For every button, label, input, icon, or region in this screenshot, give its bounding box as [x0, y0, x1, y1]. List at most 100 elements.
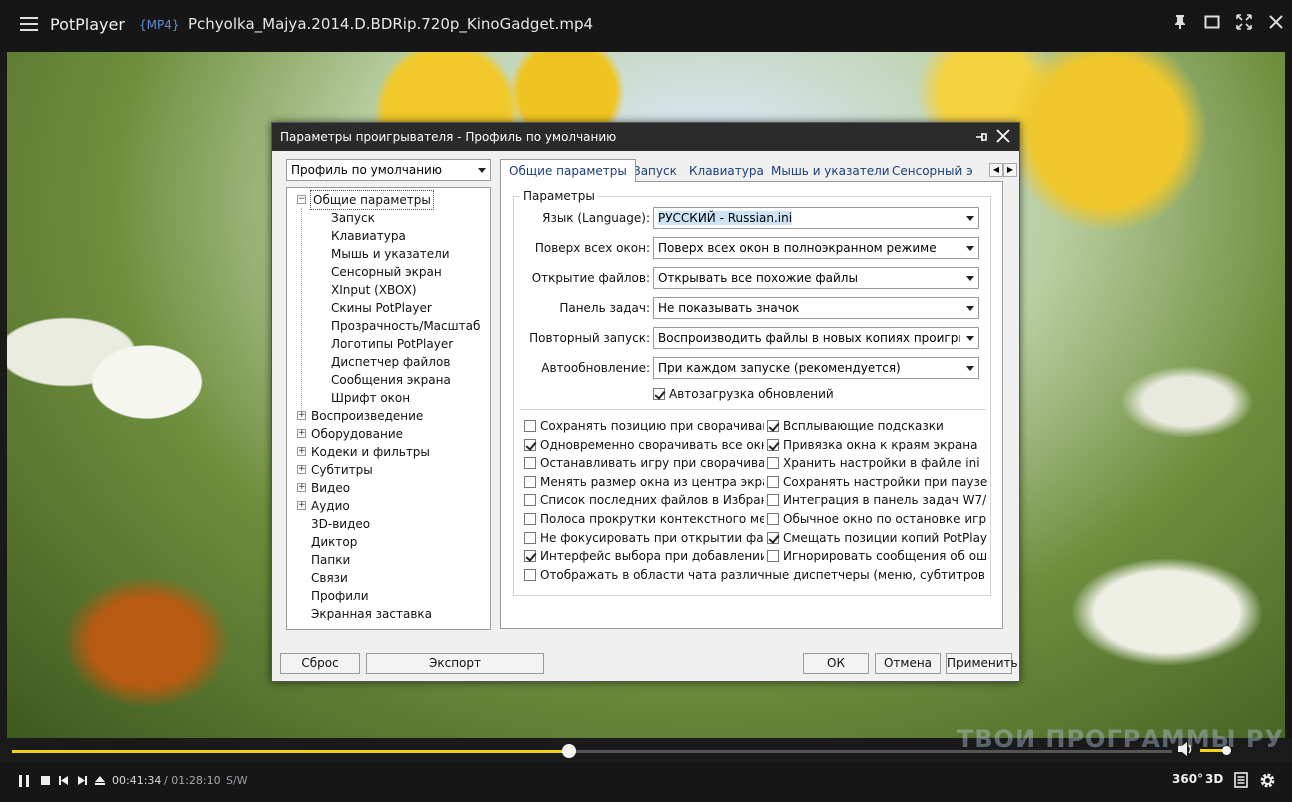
- tree-item[interactable]: Субтитры: [311, 461, 373, 479]
- export-button[interactable]: Экспорт: [366, 653, 544, 674]
- tree-item[interactable]: Связи: [311, 569, 348, 587]
- checkbox-row[interactable]: Сохранять настройки при паузе: [767, 475, 987, 491]
- tree-item[interactable]: Шрифт окон: [331, 389, 410, 407]
- tree-item[interactable]: Логотипы PotPlayer: [331, 335, 453, 353]
- checkbox[interactable]: [767, 438, 779, 451]
- previous-icon[interactable]: [58, 774, 70, 788]
- tab-item[interactable]: Клавиатура: [683, 161, 770, 181]
- tree-expander-icon[interactable]: +: [297, 483, 306, 492]
- checkbox[interactable]: [524, 531, 536, 544]
- seek-knob[interactable]: [561, 744, 576, 758]
- tree-item[interactable]: Диспетчер файлов: [331, 353, 450, 371]
- tree-item[interactable]: Диктор: [311, 533, 357, 551]
- checkbox-row[interactable]: Смещать позиции копий PotPlayer: [767, 531, 987, 547]
- close-icon[interactable]: [1268, 14, 1284, 30]
- eject-icon[interactable]: [94, 774, 106, 788]
- menu-icon[interactable]: [20, 17, 38, 31]
- fullscreen-icon[interactable]: [1236, 14, 1252, 30]
- checkbox-row[interactable]: Отображать в области чата различные дисп…: [524, 568, 984, 584]
- checkbox[interactable]: [767, 457, 779, 470]
- next-icon[interactable]: [76, 774, 88, 788]
- maximize-icon[interactable]: [1204, 14, 1220, 30]
- reset-button[interactable]: Сброс: [280, 653, 360, 674]
- tree-expander-icon[interactable]: +: [297, 411, 306, 420]
- checkbox-row[interactable]: Список последних файлов в Избранном: [524, 493, 764, 509]
- checkbox[interactable]: [524, 568, 536, 581]
- tree-item[interactable]: Общие параметры: [310, 190, 434, 210]
- tree-expander-icon[interactable]: +: [297, 465, 306, 474]
- checkbox-row[interactable]: Хранить настройки в файле ini: [767, 456, 987, 472]
- tree-expander-icon[interactable]: −: [297, 195, 306, 204]
- tree-item[interactable]: Клавиатура: [331, 227, 406, 245]
- cancel-button[interactable]: Отмена: [875, 653, 941, 674]
- tree-item[interactable]: Сообщения экрана: [331, 371, 451, 389]
- checkbox-row[interactable]: Одновременно сворачивать все окна: [524, 438, 764, 454]
- playlist-icon[interactable]: [1234, 772, 1248, 788]
- tree-item[interactable]: XInput (XBOX): [331, 281, 417, 299]
- setting-dropdown[interactable]: РУССКИЙ - Russian.ini: [653, 207, 979, 229]
- tree-item[interactable]: Кодеки и фильтры: [311, 443, 430, 461]
- checkbox-row[interactable]: Всплывающие подсказки: [767, 419, 987, 435]
- tree-item[interactable]: Экранная заставка: [311, 605, 432, 623]
- setting-dropdown[interactable]: При каждом запуске (рекомендуется): [653, 357, 979, 379]
- checkbox-row[interactable]: Не фокусировать при открытии файла: [524, 531, 764, 547]
- 3d-button[interactable]: 3D: [1205, 772, 1223, 786]
- pin-icon[interactable]: [1172, 14, 1188, 30]
- profile-select[interactable]: Профиль по умолчанию: [286, 159, 491, 181]
- checkbox[interactable]: [524, 475, 536, 488]
- decoder-mode[interactable]: S/W: [226, 774, 248, 787]
- tree-expander-icon[interactable]: +: [297, 447, 306, 456]
- setting-dropdown[interactable]: Воспроизводить файлы в новых копиях прои…: [653, 327, 979, 349]
- tab-item[interactable]: Сенсорный э: [886, 161, 986, 181]
- pause-icon[interactable]: [18, 774, 30, 788]
- volume-icon[interactable]: [1177, 741, 1195, 757]
- vr-360-button[interactable]: 360°: [1172, 772, 1203, 786]
- checkbox[interactable]: [653, 388, 665, 400]
- setting-dropdown[interactable]: Открывать все похожие файлы: [653, 267, 979, 289]
- checkbox-row[interactable]: Останавливать игру при сворачивании: [524, 456, 764, 472]
- checkbox-row[interactable]: Сохранять позицию при сворачивании: [524, 419, 764, 435]
- checkbox[interactable]: [524, 420, 536, 432]
- tree-item[interactable]: Прозрачность/Масштаб: [331, 317, 480, 335]
- tree-item[interactable]: Видео: [311, 479, 350, 497]
- tree-item[interactable]: Профили: [311, 587, 369, 605]
- checkbox[interactable]: [767, 494, 779, 507]
- checkbox[interactable]: [767, 531, 779, 544]
- checkbox[interactable]: [524, 494, 536, 507]
- checkbox-row[interactable]: Игнорировать сообщения об ошиб: [767, 549, 987, 565]
- checkbox[interactable]: [524, 438, 536, 451]
- checkbox-row[interactable]: Интеграция в панель задач W7/8: [767, 493, 987, 509]
- checkbox[interactable]: [524, 550, 536, 563]
- tree-expander-icon[interactable]: +: [297, 429, 306, 438]
- checkbox-row[interactable]: Обычное окно по остановке игры: [767, 512, 987, 528]
- setting-dropdown[interactable]: Поверх всех окон в полноэкранном режиме: [653, 237, 979, 259]
- tree-expander-icon[interactable]: +: [297, 501, 306, 510]
- checkbox-row[interactable]: Полоса прокрутки контекстного меню: [524, 512, 764, 528]
- tree-item[interactable]: 3D-видео: [311, 515, 370, 533]
- checkbox[interactable]: [767, 550, 779, 563]
- checkbox-row[interactable]: Менять размер окна из центра экрана: [524, 475, 764, 491]
- settings-gear-icon[interactable]: [1259, 772, 1276, 789]
- settings-tree[interactable]: − Общие параметры Запуск Клавиатура Мышь и у…: [286, 187, 491, 630]
- tree-item[interactable]: Оборудование: [311, 425, 403, 443]
- tree-item[interactable]: Папки: [311, 551, 350, 569]
- setting-dropdown[interactable]: Не показывать значок: [653, 297, 979, 319]
- tree-item[interactable]: Мышь и указатели: [331, 245, 450, 263]
- checkbox[interactable]: [767, 420, 779, 432]
- ok-button[interactable]: ОК: [803, 653, 869, 674]
- checkbox-row[interactable]: Привязка окна к краям экрана: [767, 438, 987, 454]
- checkbox[interactable]: [767, 513, 779, 525]
- checkbox[interactable]: [524, 513, 536, 525]
- tab-item[interactable]: Мышь и указатели: [765, 161, 896, 181]
- apply-button[interactable]: Применить: [946, 653, 1018, 674]
- tree-item[interactable]: Сенсорный экран: [331, 263, 442, 281]
- tab-item[interactable]: Общие параметры: [500, 159, 636, 182]
- checkbox-row[interactable]: Автозагрузка обновлений: [653, 387, 834, 403]
- tree-item[interactable]: Воспроизведение: [311, 407, 423, 425]
- dialog-pin-icon[interactable]: [975, 131, 989, 143]
- tree-item[interactable]: Скины PotPlayer: [331, 299, 432, 317]
- dialog-close-icon[interactable]: [995, 128, 1011, 144]
- tree-item[interactable]: Запуск: [331, 209, 375, 227]
- tree-item[interactable]: Аудио: [311, 497, 350, 515]
- volume-knob[interactable]: [1222, 746, 1231, 755]
